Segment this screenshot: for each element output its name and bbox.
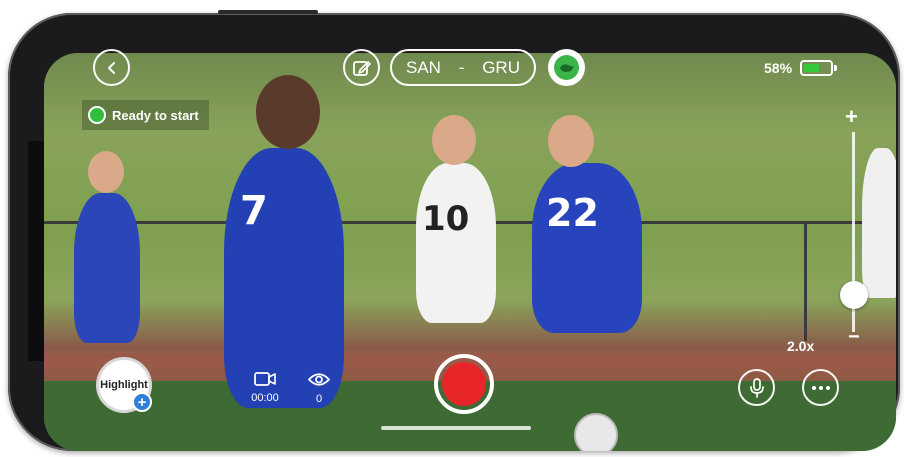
- microphone-icon: [749, 377, 764, 398]
- back-button[interactable]: [93, 49, 130, 86]
- status-indicator: Ready to start: [82, 100, 209, 130]
- video-camera-icon: [254, 372, 276, 386]
- jersey-number: 22: [546, 191, 599, 235]
- viewer-count: 0: [299, 372, 339, 405]
- record-button[interactable]: [434, 354, 494, 414]
- player-head: [88, 151, 124, 193]
- battery-fill: [804, 64, 819, 72]
- jersey-number: 10: [422, 199, 470, 239]
- player-head: [432, 115, 476, 165]
- status-text: Ready to start: [112, 107, 199, 123]
- ball: [574, 413, 618, 451]
- fence-post: [804, 221, 807, 341]
- edit-icon: [352, 60, 371, 76]
- player-left: [74, 193, 140, 343]
- microphone-button[interactable]: [738, 369, 775, 406]
- add-highlight-button[interactable]: +: [132, 392, 152, 412]
- battery-percent: 58%: [764, 60, 793, 76]
- player-head: [548, 115, 594, 167]
- home-team-label: SAN: [406, 57, 441, 77]
- jersey-number: 7: [240, 188, 268, 234]
- record-icon: [442, 362, 486, 406]
- viewers-text: 0: [315, 393, 323, 405]
- zoom-slider-handle[interactable]: [840, 281, 868, 309]
- recording-duration: 00:00: [245, 371, 285, 404]
- jersey-icon: [554, 55, 579, 80]
- team-color-button[interactable]: [548, 49, 585, 86]
- battery-icon: [800, 60, 833, 76]
- player-white: [416, 163, 496, 323]
- player-right: [862, 148, 896, 298]
- status-dot: [88, 106, 106, 124]
- highlight-label: Highlight: [100, 379, 148, 391]
- home-indicator: [381, 426, 531, 430]
- plus-icon: +: [137, 393, 147, 411]
- player-head: [256, 75, 320, 149]
- player-seven: [224, 148, 344, 408]
- side-button: [218, 10, 318, 14]
- more-options-button[interactable]: [802, 369, 839, 406]
- chevron-left-icon: [107, 61, 115, 74]
- edit-match-button[interactable]: [343, 49, 380, 86]
- eye-icon: [307, 373, 331, 386]
- match-teams-pill[interactable]: SAN - GRU: [390, 49, 536, 86]
- duration-text: 00:00: [251, 392, 279, 404]
- zoom-out-button[interactable]: −: [848, 326, 860, 349]
- player-twentytwo: [532, 163, 642, 333]
- zoom-in-button[interactable]: +: [845, 104, 858, 130]
- more-dots-icon: [811, 385, 830, 390]
- away-team-label: GRU: [482, 57, 520, 77]
- zoom-level-label: 2.0x: [787, 338, 815, 354]
- teams-separator: -: [458, 57, 465, 77]
- battery-tip: [834, 65, 837, 71]
